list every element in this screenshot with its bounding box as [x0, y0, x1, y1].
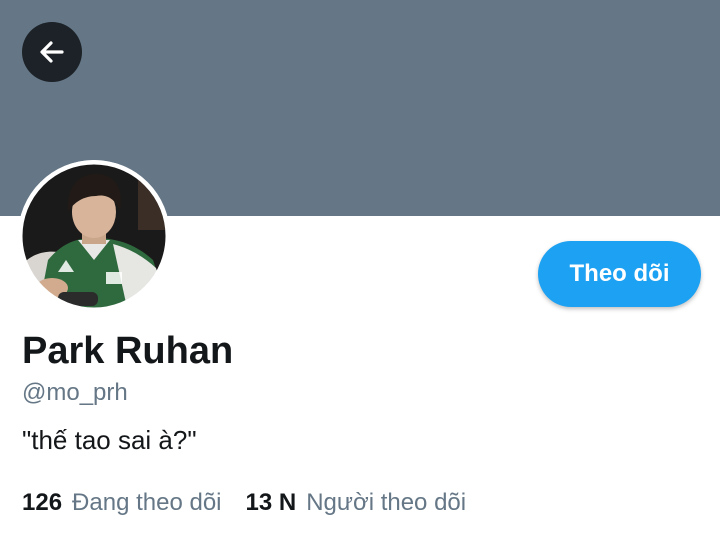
follow-button[interactable]: Theo dõi	[538, 241, 701, 307]
profile-bio: "thế tao sai à?"	[22, 425, 197, 455]
avatar[interactable]	[18, 160, 170, 312]
back-button[interactable]	[22, 22, 82, 82]
profile-stats: 126 Đang theo dõi 13 N Người theo dõi	[22, 489, 490, 517]
followers-stat[interactable]: 13 N Người theo dõi	[246, 489, 467, 517]
followers-label: Người theo dõi	[306, 489, 467, 516]
username: @mo_prh	[22, 379, 128, 406]
following-stat[interactable]: 126 Đang theo dõi	[22, 489, 222, 517]
profile-photo	[18, 160, 170, 312]
following-count: 126	[22, 489, 63, 516]
display-name: Park Ruhan	[22, 330, 234, 372]
arrow-left-icon	[36, 36, 68, 68]
following-label: Đang theo dõi	[72, 489, 222, 516]
followers-count: 13 N	[245, 489, 297, 516]
